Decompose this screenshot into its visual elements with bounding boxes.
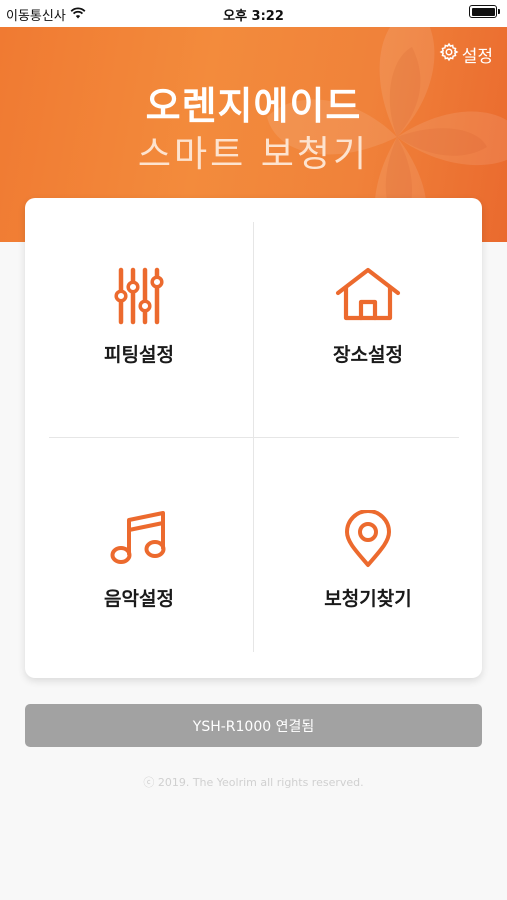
- app-subtitle: 스마트 보청기: [137, 134, 370, 175]
- settings-label: 설정: [461, 47, 493, 67]
- location-pin-icon: [254, 510, 482, 568]
- menu-item-place[interactable]: 장소설정: [254, 198, 482, 438]
- menu-item-label: 보청기찾기: [324, 588, 412, 610]
- music-note-icon: [25, 510, 253, 566]
- home-icon: [254, 266, 482, 322]
- status-right: [469, 5, 500, 18]
- app-title: 오렌지에이드: [145, 84, 362, 128]
- gear-icon: [439, 42, 459, 67]
- battery-icon: [469, 5, 500, 18]
- menu-item-find-device[interactable]: 보청기찾기: [254, 438, 482, 678]
- menu-item-label: 장소설정: [333, 344, 403, 366]
- status-time: 오후 3:22: [223, 9, 284, 24]
- settings-button[interactable]: 설정: [439, 42, 493, 67]
- menu-item-music[interactable]: 음악설정: [25, 438, 253, 678]
- connection-status-button[interactable]: YSH-R1000 연결됨: [25, 704, 482, 747]
- menu-item-label: 음악설정: [104, 588, 174, 610]
- status-bar: 이동통신사 오후 3:22: [0, 0, 507, 27]
- sliders-icon: [25, 266, 253, 326]
- menu-item-label: 피팅설정: [104, 344, 174, 366]
- copyright-text: ⓒ 2019. The Yeolrim all rights reserved.: [143, 776, 364, 789]
- menu-item-fitting[interactable]: 피팅설정: [25, 198, 253, 438]
- menu-card: 피팅설정 장소설정 음악설정 보청기찾기: [25, 198, 482, 678]
